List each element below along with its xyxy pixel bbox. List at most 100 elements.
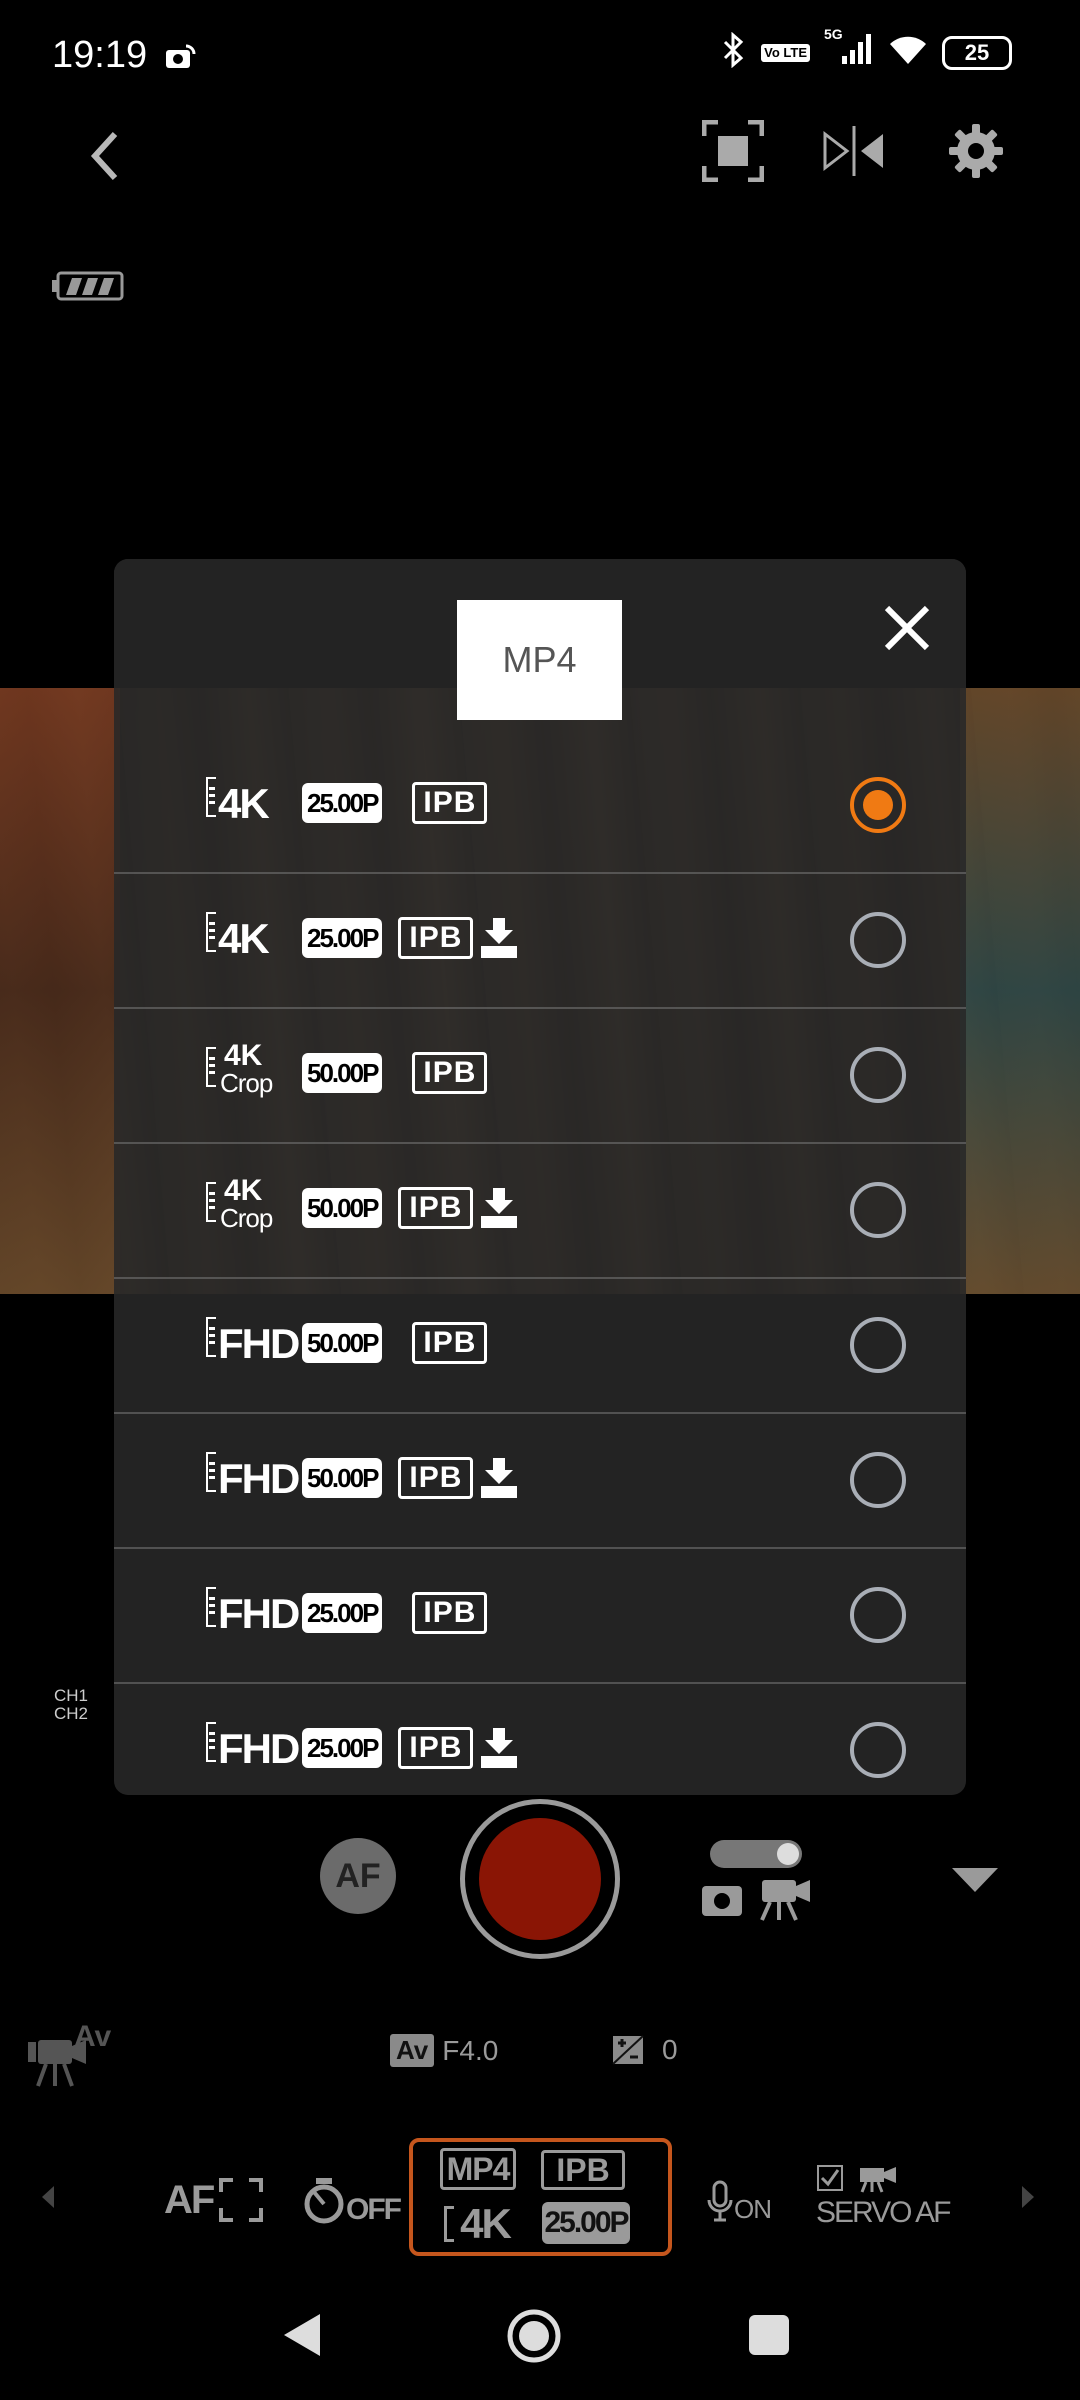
microphone-label: ON	[734, 2193, 772, 2224]
frame-rate-badge: 25.00P	[302, 783, 383, 823]
frame-rate-badge: 50.00P	[302, 1323, 383, 1363]
option-radio[interactable]	[850, 1722, 906, 1778]
resolution-icon: FHD	[206, 1313, 300, 1373]
nav-recents-button[interactable]	[748, 2314, 790, 2361]
film-mark	[206, 1182, 216, 1222]
af-button[interactable]: AF	[320, 1838, 396, 1914]
triangle-down-icon	[952, 1868, 998, 1892]
audio-ch1-label: CH1	[54, 1686, 89, 1705]
option-radio[interactable]	[850, 1182, 906, 1238]
compression-badge: IPB	[412, 782, 488, 824]
microphone-button[interactable]: ON	[706, 2172, 772, 2232]
fullscreen-button[interactable]	[700, 118, 766, 184]
recording-size-option[interactable]: FHD 25.00P IPB	[114, 1684, 966, 1795]
film-mark	[206, 1722, 216, 1762]
option-radio[interactable]	[850, 1452, 906, 1508]
recording-size-option[interactable]: FHD 50.00P IPB	[114, 1279, 966, 1414]
frame-rate-badge: 50.00P	[302, 1188, 383, 1228]
top-toolbar	[0, 110, 1080, 220]
nav-back-button[interactable]	[282, 2312, 322, 2363]
film-mark	[206, 1452, 216, 1492]
option-icons: FHD 50.00P IPB	[206, 1448, 519, 1508]
frame-rate-badge: 50.00P	[302, 1458, 383, 1498]
close-button[interactable]	[874, 595, 940, 661]
recording-size-option[interactable]: FHD 50.00P IPB	[114, 1414, 966, 1549]
resolution-icon: FHD	[206, 1583, 300, 1643]
resolution-label: 4K	[224, 1039, 263, 1072]
camera-sync-icon	[164, 42, 198, 77]
recording-size-option[interactable]: 4K Crop 50.00P IPB	[114, 1144, 966, 1279]
self-timer-icon	[304, 2178, 344, 2224]
recording-size-option[interactable]: 4K Crop 50.00P IPB	[114, 1009, 966, 1144]
flip-icon	[823, 126, 883, 176]
resolution-label: FHD	[218, 1590, 300, 1637]
exposure-comp-readout[interactable]: 0	[612, 2034, 678, 2066]
recording-size-option[interactable]: FHD 25.00P IPB	[114, 1549, 966, 1684]
option-icons: FHD 50.00P IPB	[206, 1313, 488, 1373]
shooting-mode-icon[interactable]: Av	[24, 2020, 120, 2097]
film-mark	[444, 2206, 455, 2242]
light-compression-icon	[481, 918, 518, 958]
wifi-icon	[888, 34, 928, 71]
resolution-label: FHD	[218, 1320, 300, 1367]
network-type: 5G	[824, 26, 843, 42]
film-mark	[206, 1317, 216, 1357]
self-timer-label: OFF	[346, 2193, 402, 2226]
crop-label: Crop	[220, 1203, 273, 1233]
af-method-label: AF	[164, 2177, 215, 2222]
resolution-label: 4K	[224, 1174, 263, 1207]
compression-badge: IPB	[412, 1322, 488, 1364]
recording-size-option[interactable]: 4K 25.00P IPB	[114, 874, 966, 1009]
resolution-icon: FHD	[206, 1718, 300, 1778]
servo-af-button[interactable]: SERVO AF	[816, 2164, 952, 2230]
af-method-button[interactable]: AF	[164, 2168, 264, 2232]
option-radio[interactable]	[850, 777, 906, 833]
photo-video-toggle[interactable]	[700, 1838, 812, 1927]
scroll-right-button[interactable]	[1020, 2184, 1036, 2210]
flip-button[interactable]	[818, 118, 890, 184]
gear-icon	[949, 124, 1003, 178]
shooting-mode-label: Av	[74, 2020, 112, 2053]
option-radio[interactable]	[850, 1047, 906, 1103]
option-icons: FHD 25.00P IPB	[206, 1718, 519, 1778]
film-mark	[206, 1047, 216, 1087]
back-button[interactable]	[80, 120, 128, 192]
nav-back-icon	[284, 2314, 320, 2356]
option-radio[interactable]	[850, 912, 906, 968]
checkbox-icon	[817, 2165, 843, 2191]
chevron-left-icon	[90, 131, 118, 181]
settings-button[interactable]	[946, 118, 1006, 184]
compression-badge: IPB	[398, 1187, 474, 1229]
self-timer-button[interactable]: OFF	[302, 2166, 402, 2236]
option-icons: 4K Crop 50.00P IPB	[206, 1174, 519, 1238]
recording-size-option[interactable]: 4K 25.00P IPB	[114, 739, 966, 874]
compression-badge: IPB	[412, 1052, 488, 1094]
resolution-label: 4K	[218, 915, 270, 962]
nav-home-button[interactable]	[506, 2308, 562, 2369]
servo-af-label: SERVO AF	[816, 2196, 952, 2229]
record-button[interactable]	[460, 1799, 620, 1959]
film-mark	[206, 912, 216, 952]
option-icons: 4K 25.00P IPB	[206, 908, 519, 968]
aperture-readout[interactable]: Av F4.0	[390, 2034, 498, 2067]
frame-rate-badge: 25.00P	[302, 1593, 383, 1633]
close-icon	[884, 605, 930, 651]
option-radio[interactable]	[850, 1587, 906, 1643]
more-button[interactable]	[950, 1866, 1000, 1899]
camera-battery-icon	[52, 270, 126, 307]
option-radio[interactable]	[850, 1317, 906, 1373]
system-nav-bar	[0, 2270, 1080, 2400]
film-mark	[206, 777, 216, 817]
resolution-label: FHD	[218, 1455, 300, 1502]
frame-rate-badge: 25.00P	[302, 1728, 383, 1768]
light-compression-icon	[481, 1458, 518, 1498]
scroll-left-button[interactable]	[40, 2184, 56, 2210]
tab-mp4[interactable]: MP4	[457, 600, 622, 720]
triangle-right-icon	[1022, 2186, 1034, 2208]
recording-size-list: 4K 25.00P IPB 4K 25.00P IPB 4K Crop 50.00P IPB 4K C…	[114, 739, 966, 1795]
aperture-value: F4.0	[442, 2034, 499, 2066]
option-icons: 4K Crop 50.00P IPB	[206, 1039, 488, 1103]
resolution-icon: 4K	[206, 908, 286, 968]
video-camera-icon	[860, 2167, 896, 2193]
triangle-left-icon	[42, 2186, 54, 2208]
